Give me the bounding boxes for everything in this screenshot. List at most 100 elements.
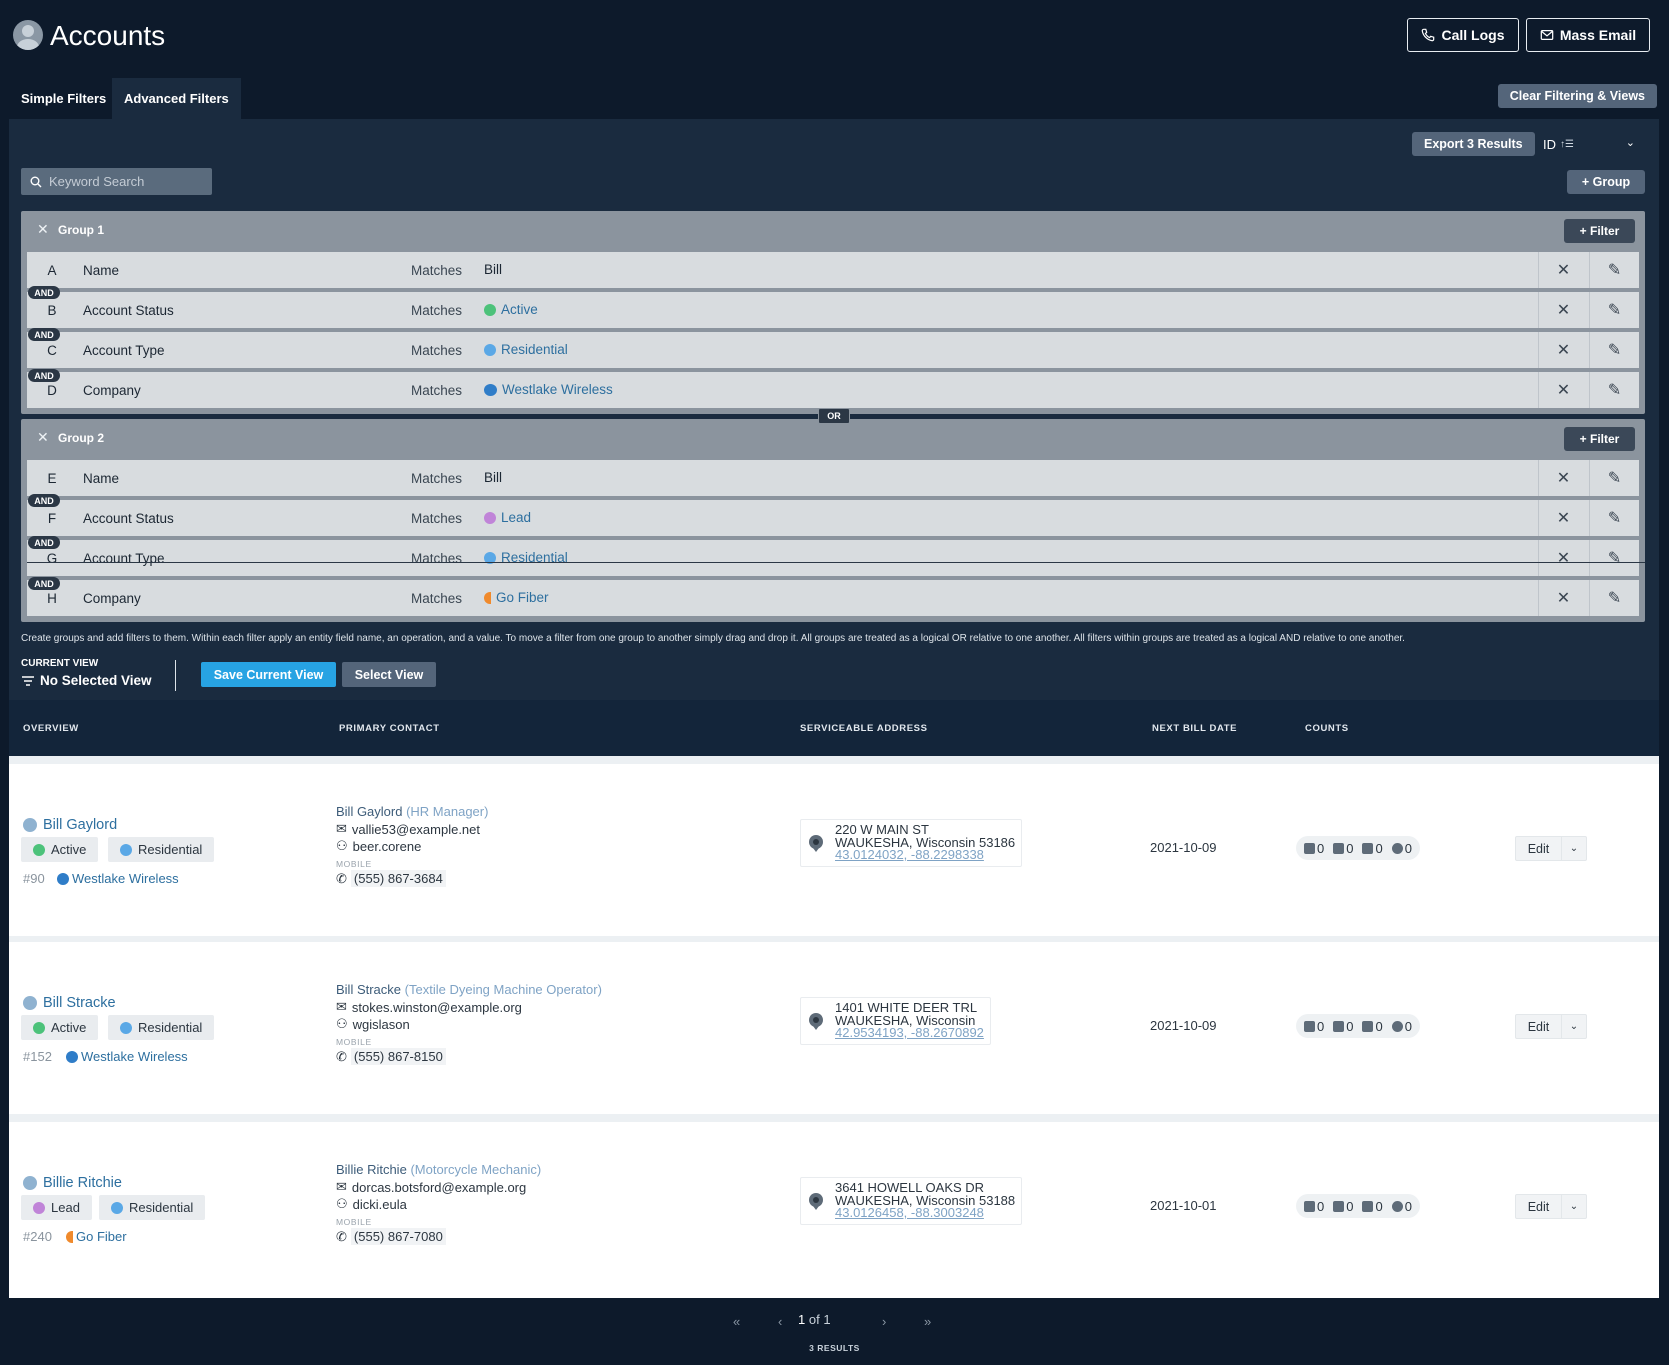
globe-icon <box>23 1176 37 1190</box>
remove-filter-icon[interactable]: ✕ <box>1538 540 1588 576</box>
filter-field: Name <box>83 263 120 278</box>
address-coordinates[interactable]: 42.9534193, -88.2670892 <box>835 1026 984 1040</box>
edit-button[interactable]: Edit <box>1516 837 1562 860</box>
email-icon: ✉ <box>336 1179 347 1194</box>
contact-phone[interactable]: ✆ (555) 867-3684 <box>336 870 446 887</box>
edit-filter-icon[interactable]: ✎ <box>1589 292 1639 328</box>
prev-page-button[interactable]: ‹ <box>778 1314 782 1329</box>
edit-button[interactable]: Edit <box>1516 1015 1562 1038</box>
count-item: 0 <box>1391 841 1412 856</box>
edit-filter-icon[interactable]: ✎ <box>1589 460 1639 496</box>
contact-name[interactable]: Bill Gaylord (HR Manager) <box>336 804 488 819</box>
filter-field: Name <box>83 471 120 486</box>
call-logs-button[interactable]: Call Logs <box>1407 18 1519 52</box>
phone-icon <box>1422 28 1435 42</box>
edit-filter-icon[interactable]: ✎ <box>1589 580 1639 616</box>
company-link[interactable]: Westlake Wireless <box>66 1049 188 1064</box>
email-text: vallie53@example.net <box>351 821 481 837</box>
filter-value-text: Lead <box>501 510 532 525</box>
account-name-link[interactable]: Billie Ritchie <box>23 1175 122 1191</box>
chevron-down-icon[interactable]: ⌄ <box>1562 1195 1586 1218</box>
add-group-button[interactable]: + Group <box>1567 170 1645 194</box>
remove-filter-icon[interactable]: ✕ <box>1538 252 1588 288</box>
filter-row[interactable]: G Account Type Matches Residential ✕ ✎ <box>27 540 1639 576</box>
type-dot-icon <box>111 1201 123 1214</box>
account-name-link[interactable]: Bill Gaylord <box>23 817 117 833</box>
contact-email[interactable]: ✉ vallie53@example.net <box>336 821 480 837</box>
mass-email-button[interactable]: Mass Email <box>1526 18 1650 52</box>
export-results-button[interactable]: Export 3 Results <box>1412 132 1535 156</box>
remove-filter-icon[interactable]: ✕ <box>1538 500 1588 536</box>
save-current-view-button[interactable]: Save Current View <box>201 662 336 687</box>
and-badge: AND <box>28 369 60 382</box>
contact-phone[interactable]: ✆ (555) 867-8150 <box>336 1048 446 1065</box>
edit-filter-icon[interactable]: ✎ <box>1589 252 1639 288</box>
column-header-next-bill-date[interactable]: NEXT BILL DATE <box>1152 723 1237 734</box>
contact-name[interactable]: Billie Ritchie (Motorcycle Mechanic) <box>336 1162 541 1177</box>
edit-filter-icon[interactable]: ✎ <box>1589 372 1639 408</box>
contact-email[interactable]: ✉ stokes.winston@example.org <box>336 999 522 1015</box>
phone-number: (555) 867-3684 <box>350 870 446 887</box>
tab-simple-filters[interactable]: Simple Filters <box>9 78 118 119</box>
add-filter-button[interactable]: + Filter <box>1564 427 1635 451</box>
contact-name[interactable]: Bill Stracke (Textile Dyeing Machine Ope… <box>336 982 602 997</box>
status-dot-icon <box>484 303 496 316</box>
company-link[interactable]: Westlake Wireless <box>57 871 179 886</box>
chevron-down-icon[interactable]: ⌄ <box>1562 837 1586 860</box>
globe-icon <box>23 818 37 832</box>
filter-row[interactable]: D Company Matches Westlake Wireless ✕ ✎ <box>27 372 1639 408</box>
remove-group-icon[interactable]: ✕ <box>37 429 49 446</box>
next-page-button[interactable]: › <box>882 1314 886 1329</box>
address-card[interactable]: 1401 WHITE DEER TRL WAUKESHA, Wisconsin … <box>800 997 991 1045</box>
table-row: Billie Ritchie Lead Residential #240 Go … <box>9 1122 1659 1298</box>
chevron-down-icon[interactable]: ⌄ <box>1562 1015 1586 1038</box>
search-input[interactable] <box>49 174 199 189</box>
column-header-address[interactable]: SERVICEABLE ADDRESS <box>800 723 928 734</box>
address-card[interactable]: 3641 HOWELL OAKS DR WAUKESHA, Wisconsin … <box>800 1177 1023 1225</box>
remove-filter-icon[interactable]: ✕ <box>1538 580 1588 616</box>
counts-badge: 0 0 0 0 <box>1296 836 1420 860</box>
count-value: 0 <box>1317 1018 1325 1034</box>
tab-advanced-filters[interactable]: Advanced Filters <box>112 78 241 119</box>
column-header-overview[interactable]: OVERVIEW <box>23 723 79 734</box>
company-link[interactable]: Go Fiber <box>66 1229 127 1244</box>
address-card[interactable]: 220 W MAIN ST WAUKESHA, Wisconsin 53186 … <box>800 819 1023 867</box>
clear-filtering-button[interactable]: Clear Filtering & Views <box>1497 84 1657 108</box>
edit-button[interactable]: Edit <box>1516 1195 1562 1218</box>
phone-icon: ✆ <box>336 1048 347 1064</box>
sort-select[interactable]: ID ↑☰ ⌄ <box>1543 132 1643 156</box>
sort-ascending-icon: ↑☰ <box>1560 138 1574 150</box>
address-coordinates[interactable]: 43.0126458, -88.3003248 <box>835 1206 1015 1220</box>
page-total: of 1 <box>808 1312 831 1327</box>
filter-row[interactable]: A Name Matches Bill ✕ ✎ <box>27 252 1639 288</box>
filter-operation: Matches <box>411 303 463 318</box>
first-page-button[interactable]: « <box>733 1314 740 1329</box>
account-name-link[interactable]: Bill Stracke <box>23 995 116 1011</box>
filter-row[interactable]: F Account Status Matches Lead ✕ ✎ <box>27 500 1639 536</box>
column-header-primary-contact[interactable]: PRIMARY CONTACT <box>339 723 440 734</box>
remove-filter-icon[interactable]: ✕ <box>1538 332 1588 368</box>
select-view-button[interactable]: Select View <box>342 662 436 687</box>
filter-letter: D <box>47 383 57 398</box>
edit-filter-icon[interactable]: ✎ <box>1589 332 1639 368</box>
last-page-button[interactable]: » <box>924 1314 931 1329</box>
filter-row[interactable]: B Account Status Matches Active ✕ ✎ <box>27 292 1639 328</box>
remove-group-icon[interactable]: ✕ <box>37 221 49 238</box>
contact-email[interactable]: ✉ dorcas.botsford@example.org <box>336 1179 526 1195</box>
remove-filter-icon[interactable]: ✕ <box>1538 460 1588 496</box>
remove-filter-icon[interactable]: ✕ <box>1538 292 1588 328</box>
filter-group-1: ✕ Group 1 + Filter A Name Matches Bill ✕… <box>21 211 1645 414</box>
address-coordinates[interactable]: 43.0124032, -88.2298338 <box>835 848 1015 862</box>
contact-phone[interactable]: ✆ (555) 867-7080 <box>336 1228 446 1245</box>
filter-value: Westlake Wireless <box>484 382 613 397</box>
column-header-counts[interactable]: COUNTS <box>1305 723 1349 734</box>
edit-filter-icon[interactable]: ✎ <box>1589 500 1639 536</box>
filter-row[interactable]: E Name Matches Bill ✕ ✎ <box>27 460 1639 496</box>
keyword-search[interactable] <box>21 168 212 195</box>
edit-filter-icon[interactable]: ✎ <box>1589 540 1639 576</box>
current-view-label: CURRENT VIEW <box>21 658 99 669</box>
add-filter-button[interactable]: + Filter <box>1564 219 1635 243</box>
remove-filter-icon[interactable]: ✕ <box>1538 372 1588 408</box>
filter-row[interactable]: H Company Matches Go Fiber ✕ ✎ <box>27 580 1639 616</box>
filter-row[interactable]: C Account Type Matches Residential ✕ ✎ <box>27 332 1639 368</box>
